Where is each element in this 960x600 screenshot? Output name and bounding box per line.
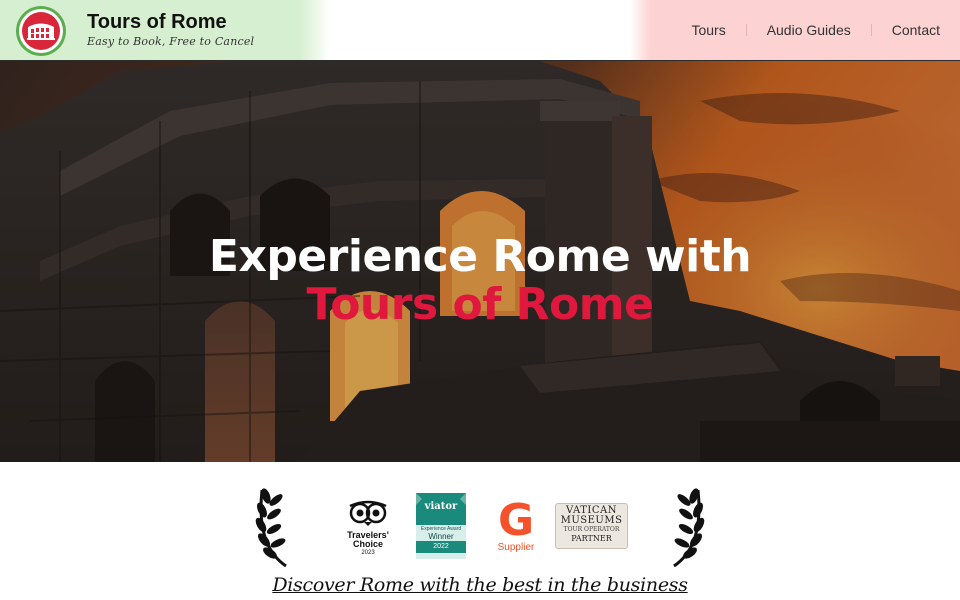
vatican-museums-badge[interactable]: VATICAN MUSEUMS TOUR OPERATOR PARTNER	[555, 503, 628, 549]
awards-section: Travelers' Choice 2023 viator Experience…	[0, 462, 960, 600]
nav-link-tours[interactable]: Tours	[671, 22, 745, 38]
getyourguide-g-icon: G	[497, 495, 535, 546]
nav-link-contact[interactable]: Contact	[872, 22, 940, 38]
tripadvisor-badge[interactable]: Travelers' Choice 2023	[340, 500, 396, 557]
viator-year: 2022	[433, 543, 449, 550]
hero-headline: Experience Rome with Tours of Rome	[0, 230, 960, 330]
laurel-left-icon	[255, 488, 287, 568]
main-nav: Tours Audio Guides Contact	[671, 0, 940, 60]
hero-banner: Experience Rome with Tours of Rome	[0, 61, 960, 462]
viator-winner: Winner	[428, 532, 454, 541]
hero-headline-line1: Experience Rome with	[208, 230, 752, 282]
brand-tagline: Easy to Book, Free to Cancel	[87, 35, 255, 48]
viator-brand: viator	[424, 501, 458, 512]
colosseum-logo-icon[interactable]	[16, 6, 66, 56]
awards-tagline: Discover Rome with the best in the busin…	[0, 574, 960, 596]
nav-link-audio-guides[interactable]: Audio Guides	[747, 22, 871, 38]
vatican-line2: MUSEUMS	[560, 515, 623, 526]
vatican-line4: PARTNER	[571, 534, 612, 543]
brand-title[interactable]: Tours of Rome	[87, 11, 227, 34]
tripadvisor-year: 2023	[361, 550, 375, 556]
hero-headline-brand: Tours of Rome	[306, 278, 654, 330]
getyourguide-badge[interactable]: G Supplier	[493, 495, 539, 554]
site-header: Tours of Rome Easy to Book, Free to Canc…	[0, 0, 960, 61]
getyourguide-label: Supplier	[497, 542, 535, 553]
tripadvisor-label-line2: Choice	[352, 539, 383, 549]
owl-icon	[349, 500, 387, 526]
vatican-line3: TOUR OPERATOR	[563, 526, 620, 533]
viator-badge[interactable]: viator Experience Award Winner 2022	[414, 491, 468, 561]
laurel-right-icon	[673, 488, 705, 568]
awards-tagline-text: Discover Rome with the best in the busin…	[272, 574, 688, 596]
